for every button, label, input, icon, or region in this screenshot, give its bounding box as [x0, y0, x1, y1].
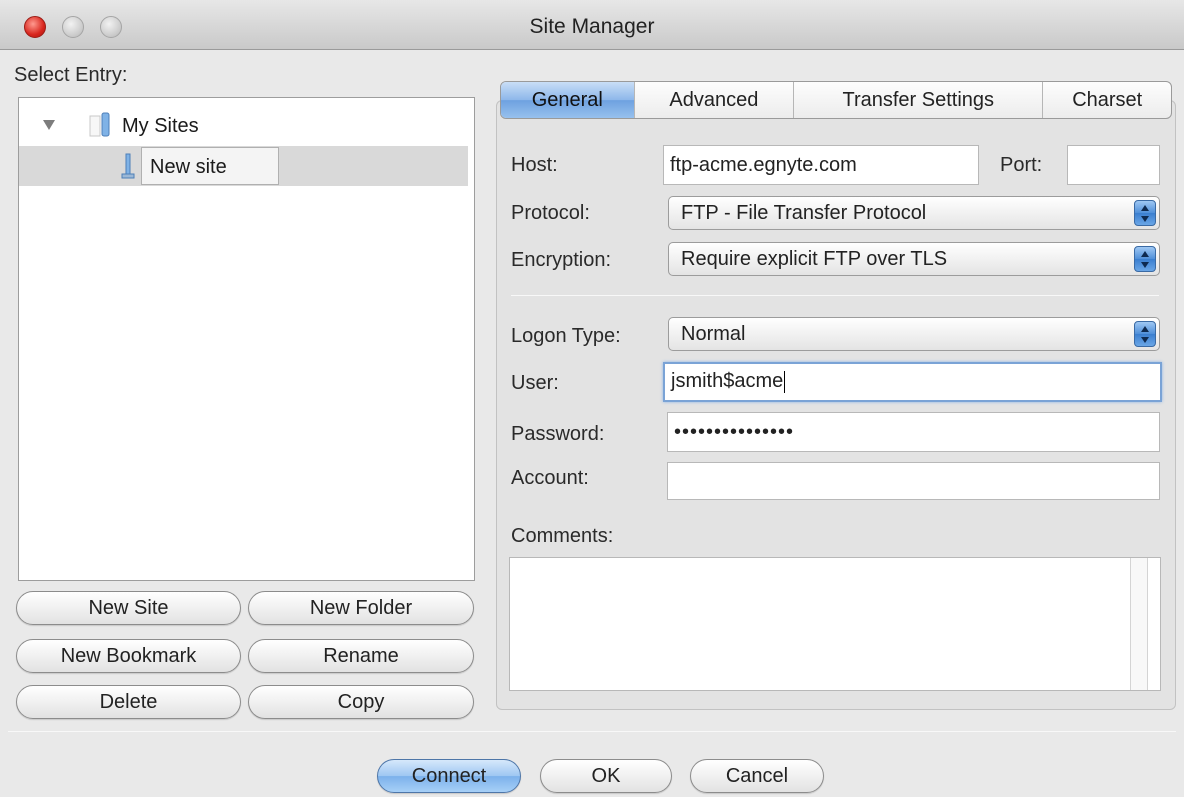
account-label: Account: — [511, 467, 589, 489]
protocol-select[interactable]: FTP - File Transfer Protocol — [668, 196, 1160, 230]
site-manager-window: Site Manager Select Entry: My Sites New … — [0, 0, 1184, 797]
account-input[interactable] — [667, 462, 1160, 500]
encryption-select[interactable]: Require explicit FTP over TLS — [668, 242, 1160, 276]
tree-item-my-sites[interactable]: My Sites — [19, 106, 474, 146]
protocol-select-value: FTP - File Transfer Protocol — [681, 202, 927, 224]
footer-divider — [8, 731, 1176, 732]
copy-button[interactable]: Copy — [248, 685, 474, 719]
select-arrows-icon — [1134, 321, 1156, 347]
new-bookmark-button[interactable]: New Bookmark — [16, 639, 241, 673]
title-bar[interactable]: Site Manager — [0, 0, 1184, 50]
protocol-label: Protocol: — [511, 202, 590, 224]
site-icon — [121, 153, 135, 179]
tab-advanced[interactable]: Advanced — [635, 82, 795, 118]
user-label: User: — [511, 372, 559, 394]
new-site-button[interactable]: New Site — [16, 591, 241, 625]
disclosure-triangle-icon[interactable] — [43, 120, 55, 130]
tab-general[interactable]: General — [501, 82, 635, 118]
tab-charset[interactable]: Charset — [1043, 82, 1171, 118]
delete-button[interactable]: Delete — [16, 685, 241, 719]
logon-type-label: Logon Type: — [511, 325, 621, 347]
tree-item-label: My Sites — [122, 115, 199, 137]
logon-type-select-value: Normal — [681, 323, 746, 345]
select-arrows-icon — [1134, 200, 1156, 226]
new-folder-button[interactable]: New Folder — [248, 591, 474, 625]
ok-button[interactable]: OK — [540, 759, 672, 793]
user-input[interactable]: jsmith$acme — [663, 362, 1162, 402]
tab-bar: General Advanced Transfer Settings Chars… — [500, 81, 1172, 119]
connect-button[interactable]: Connect — [377, 759, 521, 793]
tree-item-new-site[interactable]: New site — [19, 146, 468, 186]
folder-icon — [89, 112, 110, 137]
encryption-label: Encryption: — [511, 249, 612, 271]
tab-transfer-settings[interactable]: Transfer Settings — [794, 82, 1044, 118]
tree-item-label: New site — [150, 156, 227, 178]
site-tree[interactable]: My Sites New site — [18, 97, 475, 581]
site-name-edit-box[interactable]: New site — [141, 147, 279, 185]
host-input[interactable]: ftp-acme.egnyte.com — [663, 145, 979, 185]
host-label: Host: — [511, 154, 558, 176]
divider — [511, 295, 1159, 296]
port-input[interactable] — [1067, 145, 1160, 185]
encryption-select-value: Require explicit FTP over TLS — [681, 248, 948, 270]
comments-textarea[interactable] — [509, 557, 1161, 691]
select-entry-label: Select Entry: — [14, 64, 128, 86]
window-title: Site Manager — [529, 15, 655, 38]
port-label: Port: — [1000, 154, 1043, 176]
comments-scrollbar[interactable] — [1130, 558, 1148, 690]
user-input-value: jsmith$acme — [671, 370, 784, 392]
comments-label: Comments: — [511, 525, 614, 547]
text-cursor — [784, 370, 786, 393]
password-label: Password: — [511, 423, 605, 445]
password-input[interactable]: ••••••••••••••• — [667, 412, 1160, 452]
logon-type-select[interactable]: Normal — [668, 317, 1160, 351]
rename-button[interactable]: Rename — [248, 639, 474, 673]
cancel-button[interactable]: Cancel — [690, 759, 824, 793]
select-arrows-icon — [1134, 246, 1156, 272]
